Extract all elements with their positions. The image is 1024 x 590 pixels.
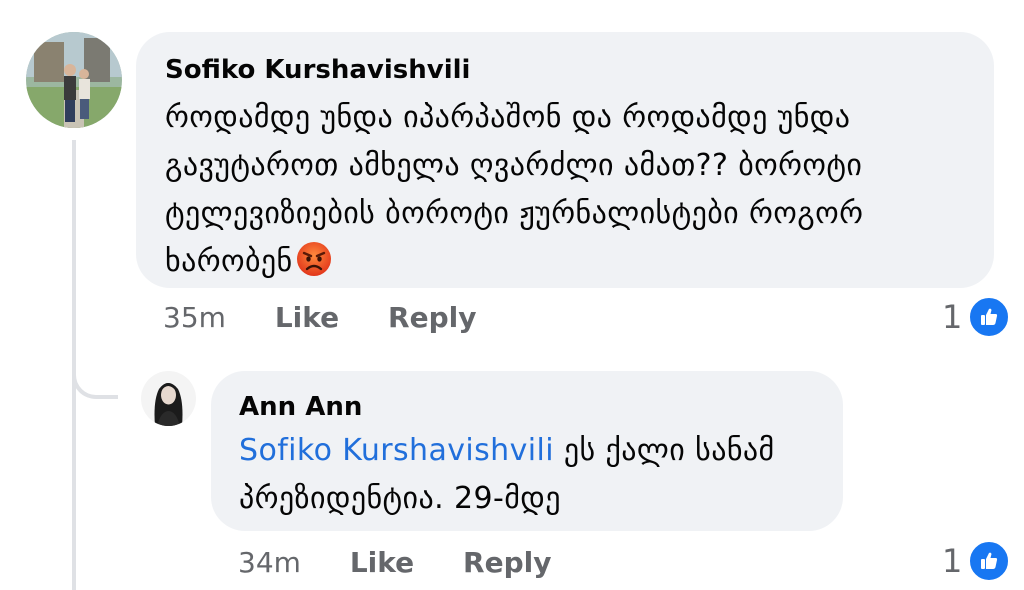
comment-actions: 35m Like Reply <box>163 302 476 334</box>
reaction-summary[interactable]: 1 <box>942 296 1011 338</box>
comment-bubble: Sofiko Kurshavishvili როდამდე უნდა იპარპ… <box>136 32 994 288</box>
avatar[interactable] <box>26 32 122 128</box>
comment-text-line: პრეზიდენტია. 29-მდე <box>239 481 561 516</box>
comment-author[interactable]: Ann Ann <box>239 391 821 423</box>
comment-author[interactable]: Sofiko Kurshavishvili <box>165 54 970 86</box>
thumbs-up-icon <box>968 296 1011 338</box>
reply-button[interactable]: Reply <box>463 547 551 579</box>
comment-bubble: Ann Ann Sofiko Kurshavishvili ეს ქალი სა… <box>211 371 843 531</box>
comment-time[interactable]: 34m <box>238 547 301 579</box>
like-button[interactable]: Like <box>350 547 414 579</box>
comment-text-line: როდამდე უნდა იპარპაშონ და როდამდე უნდა <box>165 100 851 135</box>
comment-actions: 34m Like Reply <box>238 547 551 579</box>
thumbs-up-icon <box>968 540 1011 582</box>
thread-reply-connector <box>72 325 118 399</box>
mention-link[interactable]: Sofiko Kurshavishvili <box>239 433 554 468</box>
comment-text-line: ხარობენ <box>165 238 970 286</box>
comment-text-line: ტელევიზიების ბოროტი ჟურნალისტები როგორ <box>165 196 864 231</box>
comment-text: Sofiko Kurshavishvili ეს ქალი სანამ პრეზ… <box>239 427 821 523</box>
comment-text-fragment: ხარობენ <box>165 244 293 279</box>
reaction-count: 1 <box>942 298 963 336</box>
reaction-summary[interactable]: 1 <box>942 540 1011 582</box>
comment-text-line: Sofiko Kurshavishvili ეს ქალი სანამ <box>239 427 821 475</box>
comment-text: როდამდე უნდა იპარპაშონ და როდამდე უნდა გ… <box>165 94 970 286</box>
angry-face-icon <box>295 240 333 278</box>
comment-text-line: გავუტაროთ ამხელა ღვარძლი ამათ?? ბოროტი <box>165 148 863 183</box>
comment-text-fragment: ეს ქალი სანამ <box>553 433 775 468</box>
like-button[interactable]: Like <box>275 302 339 334</box>
comment-time[interactable]: 35m <box>163 302 226 334</box>
reply-button[interactable]: Reply <box>388 302 476 334</box>
reaction-count: 1 <box>942 542 963 580</box>
avatar[interactable] <box>141 371 196 426</box>
